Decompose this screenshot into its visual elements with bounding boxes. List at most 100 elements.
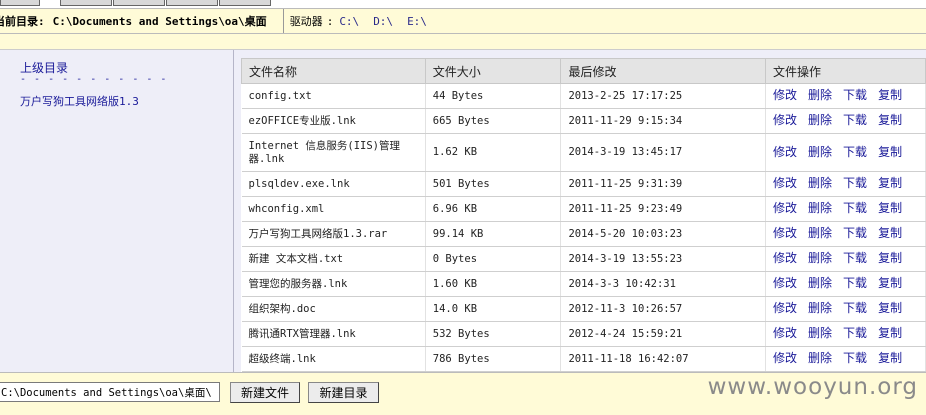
- column-header-modified: 最后修改: [560, 58, 767, 84]
- file-size: 99.14 KB: [425, 221, 562, 247]
- top-button-4[interactable]: [166, 0, 218, 6]
- top-button-1[interactable]: [0, 0, 40, 6]
- file-name: Internet 信息服务(IIS)管理器.lnk: [241, 133, 426, 172]
- file-actions: 修改 删除 下载 复制: [765, 221, 926, 247]
- path-input[interactable]: [0, 382, 220, 402]
- file-actions: 修改 删除 下载 复制: [765, 346, 926, 372]
- delete-link[interactable]: 删除: [808, 276, 832, 290]
- current-directory-bar: 当前目录: C:\Documents and Settings\oa\桌面 驱动…: [0, 8, 926, 34]
- table-row: 组织架构.doc 14.0 KB 2012-11-3 10:26:57 修改 删除 下载复…: [241, 296, 926, 322]
- copy-link[interactable]: 复制: [878, 176, 902, 190]
- file-size: 665 Bytes: [425, 108, 562, 134]
- download-link[interactable]: 下载: [843, 176, 867, 190]
- new-file-button[interactable]: 新建文件: [230, 382, 300, 403]
- top-button-3[interactable]: [113, 0, 165, 6]
- download-link[interactable]: 下载: [843, 326, 867, 340]
- delete-link[interactable]: 删除: [808, 88, 832, 102]
- download-link[interactable]: 下载: [843, 251, 867, 265]
- column-header-size: 文件大小: [424, 58, 562, 84]
- edit-link[interactable]: 修改: [773, 326, 797, 340]
- file-modified: 2014-5-20 10:03:23: [560, 221, 767, 247]
- folder-link[interactable]: 万户写狗工具网络版1.3: [20, 93, 139, 109]
- delete-link[interactable]: 删除: [808, 201, 832, 215]
- copy-link[interactable]: 复制: [878, 226, 902, 240]
- top-button-5[interactable]: [219, 0, 271, 6]
- edit-link[interactable]: 修改: [773, 226, 797, 240]
- delete-link[interactable]: 删除: [808, 351, 832, 365]
- file-modified: 2011-11-25 9:23:49: [560, 196, 767, 222]
- delete-link[interactable]: 删除: [808, 145, 832, 159]
- download-link[interactable]: 下载: [843, 276, 867, 290]
- file-name: plsqldev.exe.lnk: [241, 171, 426, 197]
- file-modified: 2012-11-3 10:26:57: [560, 296, 767, 322]
- file-actions: 修改 删除 下载 复制: [765, 108, 926, 134]
- file-size: 1.60 KB: [425, 271, 562, 297]
- copy-link[interactable]: 复制: [878, 326, 902, 340]
- edit-link[interactable]: 修改: [773, 251, 797, 265]
- download-link[interactable]: 下载: [843, 113, 867, 127]
- file-size: 6.96 KB: [425, 196, 562, 222]
- edit-link[interactable]: 修改: [773, 145, 797, 159]
- table-row: 腾讯通RTX管理器.lnk 532 Bytes 2012-4-24 15:59:21…: [241, 321, 926, 347]
- top-button-2[interactable]: [60, 0, 112, 6]
- spacer-bar: [0, 34, 926, 50]
- copy-link[interactable]: 复制: [878, 276, 902, 290]
- bottom-toolbar: 新建文件 新建目录 www.wooyun.org: [0, 372, 926, 415]
- copy-link[interactable]: 复制: [878, 88, 902, 102]
- download-link[interactable]: 下载: [843, 351, 867, 365]
- drive-link-e[interactable]: E:\: [407, 15, 427, 28]
- copy-link[interactable]: 复制: [878, 251, 902, 265]
- file-modified: 2014-3-19 13:55:23: [560, 246, 767, 272]
- current-directory-label: 当前目录:: [0, 15, 45, 28]
- new-directory-button[interactable]: 新建目录: [308, 382, 379, 403]
- table-header-row: 文件名称 文件大小 最后修改 文件操作: [241, 58, 926, 84]
- drive-link-c[interactable]: C:\: [339, 15, 359, 28]
- file-name: 管理您的服务器.lnk: [241, 271, 426, 297]
- edit-link[interactable]: 修改: [773, 351, 797, 365]
- edit-link[interactable]: 修改: [773, 88, 797, 102]
- download-link[interactable]: 下载: [843, 88, 867, 102]
- table-row: 超级终端.lnk 786 Bytes 2011-11-18 16:42:07 修改 删除…: [241, 346, 926, 372]
- copy-link[interactable]: 复制: [878, 351, 902, 365]
- sidebar-divider: - - - - - - - - - - -: [20, 74, 168, 85]
- edit-link[interactable]: 修改: [773, 176, 797, 190]
- edit-link[interactable]: 修改: [773, 301, 797, 315]
- delete-link[interactable]: 删除: [808, 301, 832, 315]
- download-link[interactable]: 下载: [843, 145, 867, 159]
- download-link[interactable]: 下载: [843, 301, 867, 315]
- delete-link[interactable]: 删除: [808, 176, 832, 190]
- file-name: 腾讯通RTX管理器.lnk: [241, 321, 426, 347]
- delete-link[interactable]: 删除: [808, 226, 832, 240]
- file-size: 786 Bytes: [425, 346, 562, 372]
- file-modified: 2011-11-25 9:31:39: [560, 171, 767, 197]
- file-modified: 2014-3-3 10:42:31: [560, 271, 767, 297]
- edit-link[interactable]: 修改: [773, 201, 797, 215]
- file-modified: 2013-2-25 17:17:25: [560, 83, 767, 109]
- watermark: www.wooyun.org: [707, 374, 918, 400]
- drives-label: 驱动器: [289, 15, 323, 28]
- file-actions: 修改 删除 下载 复制: [765, 83, 926, 109]
- drives-colon: :: [326, 14, 334, 28]
- edit-link[interactable]: 修改: [773, 276, 797, 290]
- delete-link[interactable]: 删除: [808, 113, 832, 127]
- copy-link[interactable]: 复制: [878, 201, 902, 215]
- file-name: whconfig.xml: [241, 196, 426, 222]
- drive-link-d[interactable]: D:\: [373, 15, 393, 28]
- delete-link[interactable]: 删除: [808, 326, 832, 340]
- file-modified: 2011-11-29 9:15:34: [560, 108, 767, 134]
- download-link[interactable]: 下载: [843, 201, 867, 215]
- table-row: Internet 信息服务(IIS)管理器.lnk 1.62 KB 2014-3-1…: [241, 133, 926, 172]
- copy-link[interactable]: 复制: [878, 113, 902, 127]
- file-actions: 修改 删除 下载 复制: [765, 133, 926, 172]
- download-link[interactable]: 下载: [843, 226, 867, 240]
- copy-link[interactable]: 复制: [878, 145, 902, 159]
- file-name: 新建 文本文档.txt: [241, 246, 426, 272]
- file-size: 532 Bytes: [425, 321, 562, 347]
- file-actions: 修改 删除 下载 复制: [765, 321, 926, 347]
- top-button-strip: [0, 0, 926, 8]
- file-list-panel: 文件名称 文件大小 最后修改 文件操作 config.txt 44 Bytes 20…: [234, 50, 926, 372]
- delete-link[interactable]: 删除: [808, 251, 832, 265]
- file-name: 组织架构.doc: [241, 296, 426, 322]
- copy-link[interactable]: 复制: [878, 301, 902, 315]
- edit-link[interactable]: 修改: [773, 113, 797, 127]
